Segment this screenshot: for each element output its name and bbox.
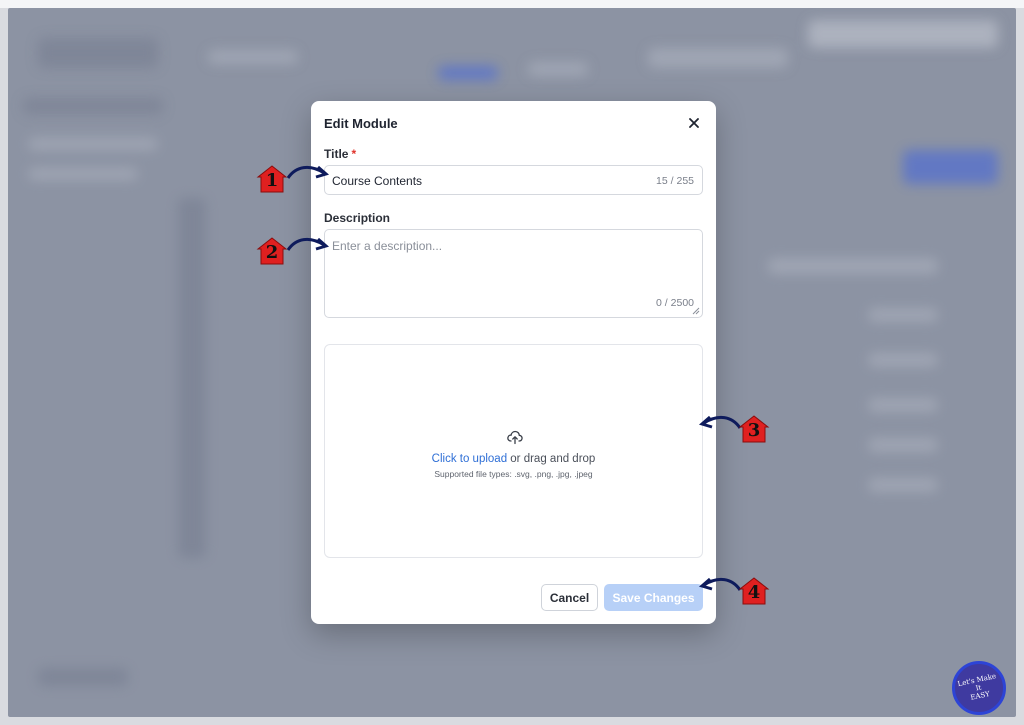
logo-text: Let's Make It EASY (957, 672, 1000, 704)
annotation-arrow-2-icon (286, 237, 330, 251)
annotation-marker-1: 1 (256, 164, 288, 194)
close-button[interactable] (686, 115, 702, 131)
drag-and-drop-text: or drag and drop (507, 453, 596, 465)
upload-instructions: Click to upload or drag and drop (325, 453, 702, 465)
save-changes-button[interactable]: Save Changes (604, 584, 703, 611)
edit-module-dialog: Edit Module Title * Course Contents 15 / … (311, 101, 716, 624)
annotation-marker-4: 4 (738, 576, 770, 606)
annotation-arrow-4-icon (698, 577, 742, 591)
title-char-counter: 15 / 255 (656, 175, 694, 187)
supported-file-types: Supported file types: .svg, .png, .jpg, … (434, 469, 593, 479)
annotation-arrow-3-icon (698, 415, 742, 429)
cloud-upload-icon (507, 430, 523, 445)
annotation-marker-3: 3 (738, 414, 770, 444)
required-asterisk: * (351, 147, 357, 161)
file-upload-dropzone[interactable]: Click to upload or drag and drop Support… (324, 344, 703, 558)
title-input-value: Course Contents (332, 174, 423, 188)
title-input[interactable]: Course Contents 15 / 255 (324, 165, 703, 195)
click-to-upload-link[interactable]: Click to upload (432, 453, 507, 465)
cancel-button[interactable]: Cancel (541, 584, 598, 611)
marker-number: 1 (265, 170, 279, 191)
description-label: Description (324, 211, 391, 225)
description-char-counter: 0 / 2500 (656, 297, 694, 309)
annotation-arrow-1-icon (286, 165, 330, 179)
description-textarea[interactable]: Enter a description... 0 / 2500 (324, 229, 703, 318)
dialog-title: Edit Module (324, 116, 398, 131)
watermark-logo: Let's Make It EASY (952, 661, 1006, 715)
title-label-text: Title (324, 147, 349, 161)
resize-grip-icon[interactable] (692, 307, 700, 315)
title-label: Title * (324, 147, 356, 161)
marker-number: 4 (747, 582, 761, 603)
marker-number: 2 (265, 242, 279, 263)
marker-number: 3 (747, 420, 761, 441)
window-top-bar (0, 0, 1024, 8)
close-icon (689, 118, 699, 128)
annotation-marker-2: 2 (256, 236, 288, 266)
description-placeholder: Enter a description... (332, 239, 443, 253)
